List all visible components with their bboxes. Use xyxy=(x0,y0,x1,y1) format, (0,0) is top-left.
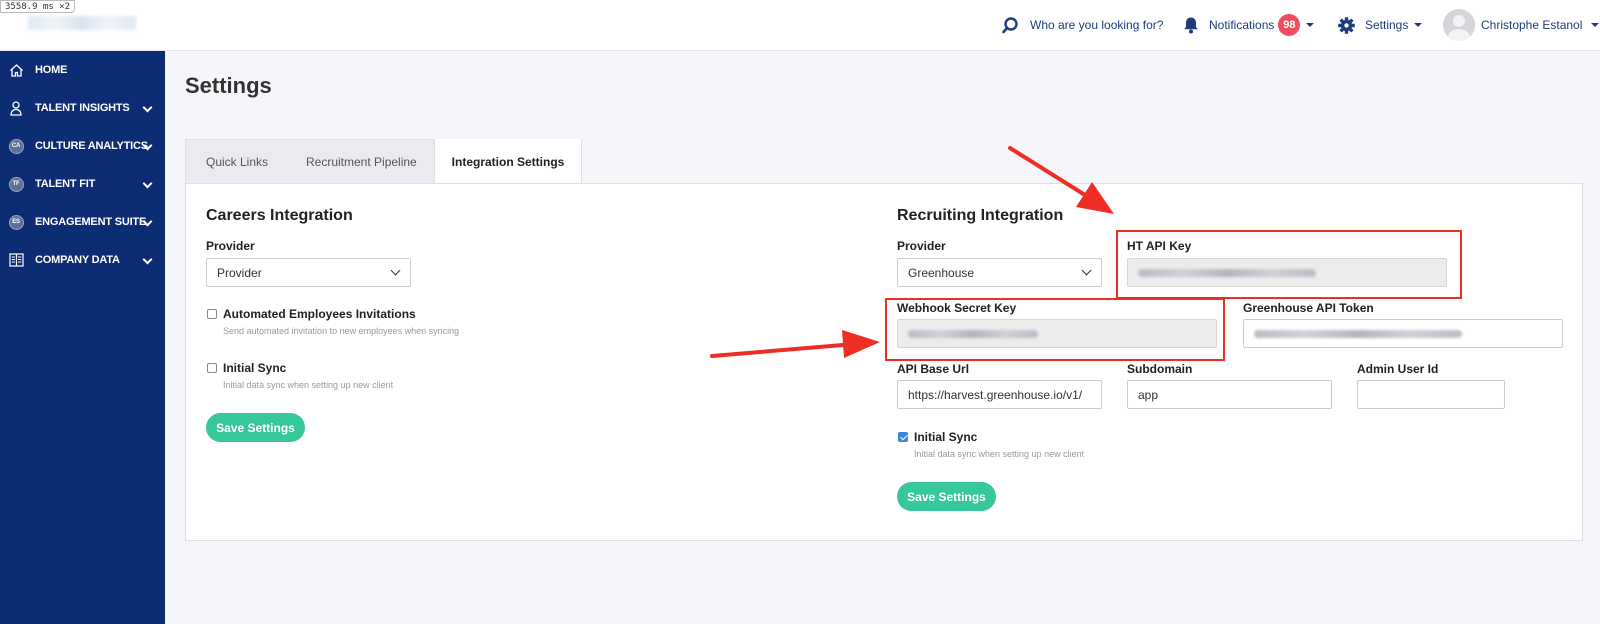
arrow-head-top xyxy=(1076,182,1114,214)
arrow-line-top xyxy=(1008,146,1087,197)
arrow-head-left xyxy=(842,330,880,358)
arrow-line-left xyxy=(710,343,845,358)
annotation-arrows xyxy=(710,146,1114,358)
